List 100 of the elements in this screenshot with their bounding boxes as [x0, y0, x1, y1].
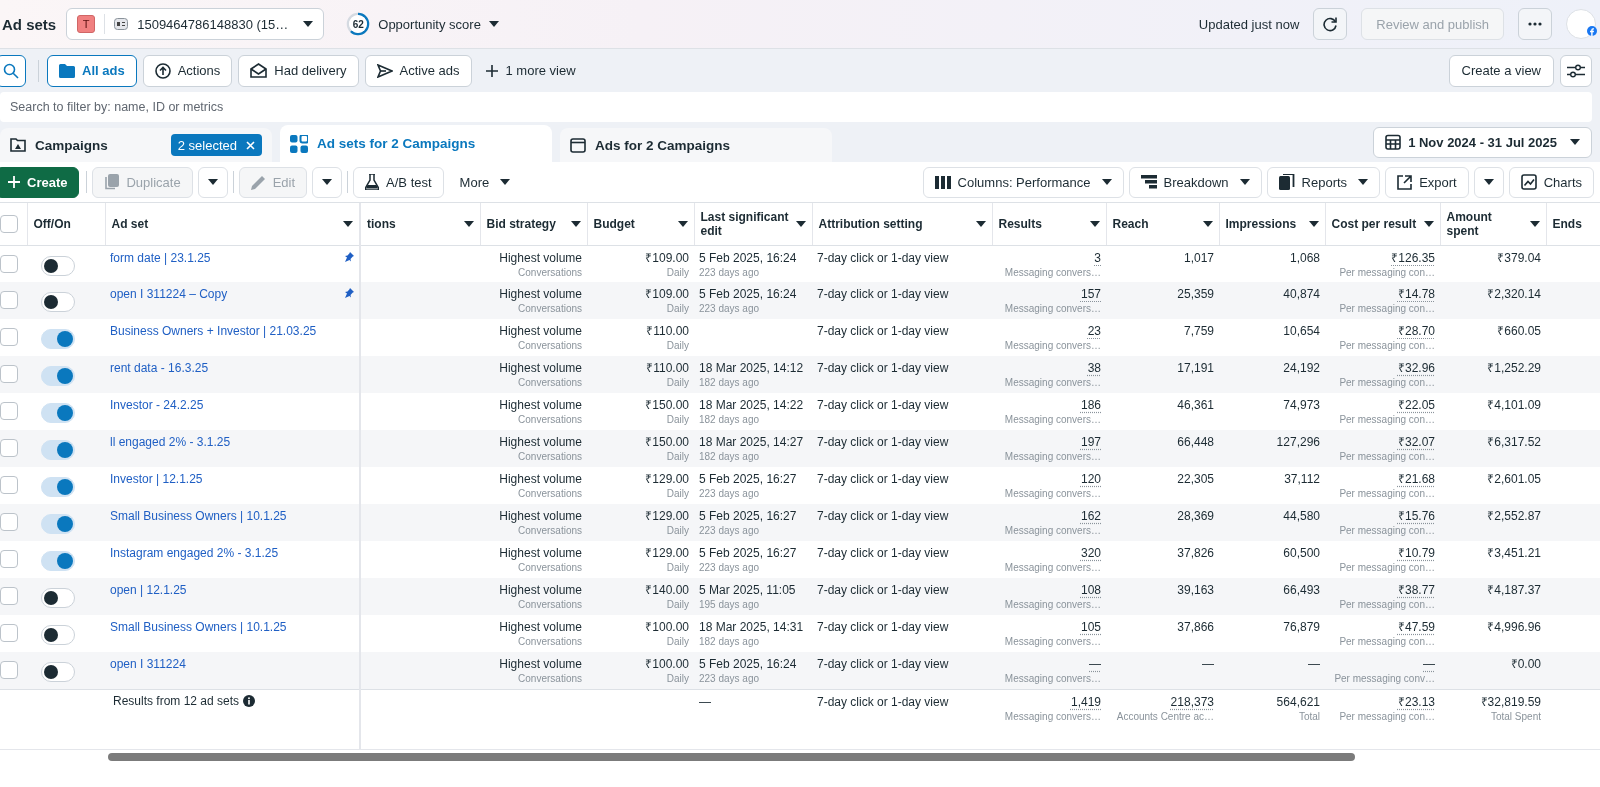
charts-button[interactable]: Charts — [1508, 166, 1594, 198]
budget: ₹150.00 — [644, 434, 689, 450]
breakdown-button[interactable]: Breakdown — [1128, 166, 1262, 198]
column-header[interactable]: Ends — [1552, 216, 1600, 231]
row-checkbox[interactable] — [0, 328, 18, 346]
column-header[interactable]: Attribution setting — [818, 216, 986, 231]
column-header[interactable]: Budget — [593, 216, 688, 231]
create-view-button[interactable]: Create a view — [1448, 54, 1554, 87]
line-chart-icon — [1520, 174, 1537, 190]
toggle-switch[interactable] — [41, 662, 75, 682]
column-header[interactable]: Bid strategy — [486, 216, 581, 231]
toggle-switch[interactable] — [41, 477, 75, 497]
ad-set-link[interactable]: open I 311224 — [110, 656, 186, 672]
more-button[interactable] — [1518, 8, 1552, 40]
budget: ₹110.00 — [645, 323, 689, 339]
amount-spent: ₹32,819.59 — [1479, 693, 1541, 710]
toggle-switch[interactable] — [41, 292, 75, 312]
toggle-switch[interactable] — [41, 255, 75, 276]
column-header[interactable]: Cost per result — [1331, 216, 1434, 231]
attribution: 7-day click or 1-day view — [817, 619, 950, 635]
column-header[interactable]: Results — [998, 216, 1100, 231]
ad-set-link[interactable]: Small Business Owners | 10.1.25 — [110, 619, 287, 635]
toggle-switch[interactable] — [41, 440, 75, 460]
account-selector[interactable]: T 1509464786148830 (15… — [66, 8, 325, 40]
tab[interactable]: Ads for 2 Campaigns — [560, 128, 832, 162]
ad-set-link[interactable]: Instagram engaged 2% - 3.1.25 — [110, 545, 279, 561]
cost-per-result: ₹22.05 — [1396, 397, 1435, 413]
ad-set-link[interactable]: Investor | 12.1.25 — [110, 471, 203, 487]
caret-icon — [1308, 220, 1319, 227]
row-checkbox[interactable] — [0, 661, 18, 679]
column-header[interactable]: Amount spent — [1446, 209, 1540, 238]
budget-note: Daily — [665, 450, 689, 464]
search-button[interactable] — [0, 54, 26, 87]
dropdown-button[interactable] — [312, 166, 343, 198]
columns-button[interactable]: Columns: Performance — [922, 166, 1124, 198]
toggle-switch[interactable] — [41, 551, 75, 571]
view-button[interactable]: Actions — [142, 54, 233, 87]
abtest-button[interactable]: A/B test — [353, 166, 444, 198]
cost-per-result-note: Per messaging con… — [1338, 561, 1435, 575]
ad-set-link[interactable]: open | 12.1.25 — [110, 582, 187, 598]
opportunity-score-button[interactable]: Opportunity score — [378, 16, 499, 32]
view-button[interactable]: All ads — [47, 54, 137, 87]
row-checkbox[interactable] — [0, 550, 18, 568]
ad-set-link[interactable]: rent data - 16.3.25 — [110, 360, 209, 376]
results: 105 — [1079, 619, 1101, 635]
amount-spent: ₹2,601.05 — [1486, 471, 1541, 487]
column-header[interactable]: Reach — [1112, 216, 1213, 231]
toggle-switch[interactable] — [41, 625, 75, 645]
row-checkbox[interactable] — [0, 476, 18, 494]
dropdown-button[interactable] — [197, 166, 228, 198]
reports-button[interactable]: Reports — [1266, 166, 1381, 198]
ad-set-link[interactable]: Investor - 24.2.25 — [110, 397, 204, 413]
results-note: Messaging convers… — [1003, 487, 1101, 501]
selection-chip[interactable]: 2 selected — [170, 134, 262, 156]
column-header[interactable]: Impressions — [1225, 216, 1319, 231]
column-header[interactable]: Off/On — [33, 216, 99, 231]
cost-per-result: ₹14.78 — [1396, 286, 1435, 302]
toggle-switch[interactable] — [41, 403, 75, 423]
bid-strategy-note: Conversations — [517, 302, 582, 316]
row-checkbox[interactable] — [0, 513, 18, 531]
column-header[interactable]: Last significant edit — [700, 209, 806, 238]
toggle-switch[interactable] — [41, 329, 75, 349]
view-button[interactable]: Active ads — [364, 54, 472, 87]
reach: 39,163 — [1176, 582, 1214, 598]
row-checkbox[interactable] — [0, 624, 18, 642]
column-header[interactable]: Ad set — [111, 216, 353, 231]
toggle-switch[interactable] — [41, 366, 75, 386]
more-views-button[interactable]: 1 more view — [477, 63, 584, 78]
amount-spent: ₹1,252.29 — [1486, 360, 1541, 376]
dropdown-button[interactable] — [1473, 166, 1504, 198]
caret-icon — [1202, 220, 1213, 227]
tab[interactable]: Ad sets for 2 Campaigns — [280, 125, 552, 162]
caret-icon — [975, 220, 986, 227]
toggle-switch[interactable] — [41, 514, 75, 534]
attribution: 7-day click or 1-day view — [817, 360, 950, 376]
search-field[interactable]: Search to filter by: name, ID or metrics — [0, 92, 1592, 122]
view-settings-button[interactable] — [1560, 54, 1592, 87]
select-all-checkbox[interactable] — [0, 214, 18, 233]
scrollbar-thumb[interactable] — [108, 752, 1355, 761]
row-checkbox[interactable] — [0, 439, 18, 457]
view-button[interactable]: Had delivery — [238, 54, 359, 87]
export-button[interactable]: Export — [1385, 166, 1469, 198]
attribution: 7-day click or 1-day view — [817, 397, 950, 413]
column-header[interactable]: tions — [367, 216, 474, 231]
create-button[interactable]: Create — [0, 166, 80, 198]
row-checkbox[interactable] — [0, 587, 18, 605]
row-checkbox[interactable] — [0, 291, 18, 309]
account-avatar[interactable] — [1566, 9, 1596, 39]
envelope-icon — [250, 63, 268, 78]
row-checkbox[interactable] — [0, 365, 18, 383]
caret-icon — [488, 21, 499, 27]
ad-set-link[interactable]: form date | 23.1.25 — [110, 249, 211, 266]
date-range-picker[interactable]: 1 Nov 2024 - 31 Jul 2025 — [1373, 126, 1592, 158]
refresh-button[interactable] — [1313, 8, 1348, 40]
toggle-switch[interactable] — [41, 588, 75, 608]
ad-set-link[interactable]: Business Owners + Investor | 21.03.25 — [110, 323, 317, 339]
tab[interactable]: Campaigns 2 selected — [0, 128, 272, 162]
bid-strategy-note: Conversations — [517, 635, 582, 649]
row-checkbox[interactable] — [0, 254, 18, 273]
row-checkbox[interactable] — [0, 402, 18, 420]
